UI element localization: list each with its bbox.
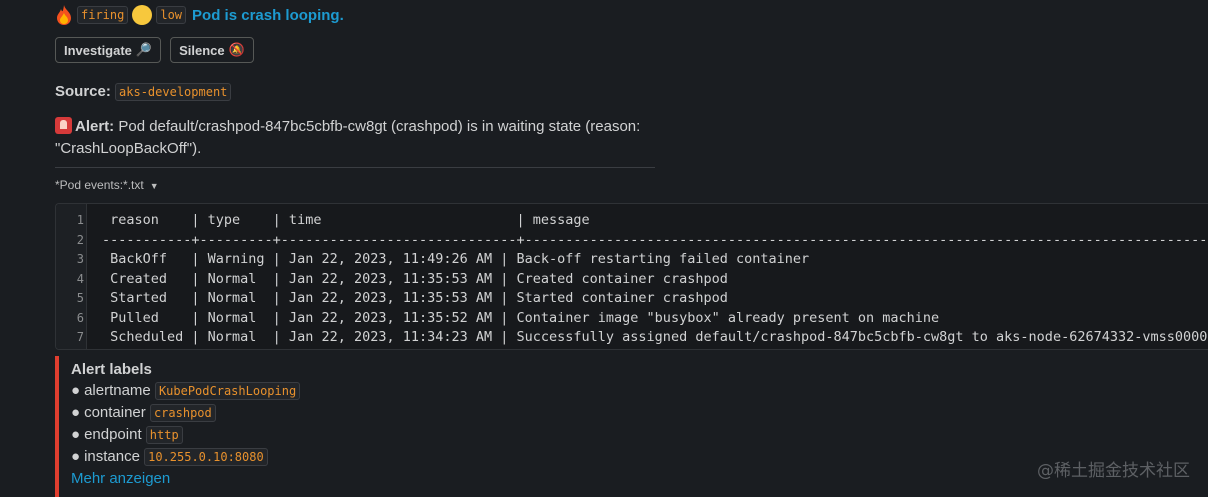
label-item: ● instance 10.255.0.10:8080 (71, 446, 300, 468)
label-key: alertname (84, 382, 151, 399)
alert-title-link[interactable]: Pod is crash looping. (192, 7, 344, 24)
severity-badge: low (156, 6, 187, 24)
label-value: 10.255.0.10:8080 (144, 448, 268, 466)
status-badge: firing (77, 6, 129, 24)
code-snippet[interactable]: 1 reason | type | time | message 2 -------… (55, 203, 1208, 350)
label-key: endpoint (84, 426, 142, 443)
alert-header: firing low Pod is crash looping. (55, 3, 344, 27)
line-number: 3 (76, 252, 84, 266)
source-value: aks-development (115, 83, 232, 101)
label-value: KubePodCrashLooping (154, 382, 301, 400)
investigate-button[interactable]: Investigate 🔎 (55, 37, 162, 63)
code-line-text: reason | type | time | message (102, 212, 590, 228)
bullet-icon: ● (71, 404, 81, 421)
line-number: 2 (76, 232, 84, 247)
chevron-down-icon: ▼ (149, 181, 159, 191)
code-line-text: Scheduled | Normal | Jan 22, 2023, 11:34… (102, 329, 1208, 345)
alert-label: Alert: (75, 118, 115, 135)
fire-icon (55, 5, 73, 25)
label-item: ● endpoint http (71, 424, 300, 446)
line-number: 4 (76, 271, 84, 286)
silence-button[interactable]: Silence 🔕 (170, 37, 254, 63)
bullet-icon: ● (71, 382, 81, 399)
alert-labels-block: Alert labels ● alertname KubePodCrashLoop… (55, 356, 301, 497)
source-line: Source: aks-development (55, 83, 232, 101)
line-number: 7 (76, 330, 84, 344)
code-line-text: BackOff | Warning | Jan 22, 2023, 11:49:… (102, 251, 810, 267)
label-key: container (84, 404, 146, 421)
line-number: 1 (76, 213, 84, 227)
file-name: *Pod events:*.txt (55, 178, 144, 192)
alert-labels-title: Alert labels (71, 361, 152, 378)
code-line-text: Created | Normal | Jan 22, 2023, 11:35:5… (102, 270, 728, 287)
show-more-link[interactable]: Mehr anzeigen (71, 468, 300, 490)
rotating-light-icon (55, 117, 72, 134)
label-key: instance (84, 448, 140, 465)
label-item: ● alertname KubePodCrashLooping (71, 380, 301, 402)
code-line-text: Started | Normal | Jan 22, 2023, 11:35:5… (102, 290, 728, 306)
code-line-text: -----------+---------+------------------… (102, 231, 1208, 248)
alert-text: Pod default/crashpod-847bc5cbfb-cw8gt (c… (55, 118, 641, 157)
magnifier-icon: 🔎 (135, 42, 153, 57)
source-label: Source: (55, 83, 111, 100)
line-number: 5 (76, 291, 84, 305)
divider (55, 167, 655, 168)
investigate-label: Investigate (64, 42, 132, 58)
bullet-icon: ● (71, 426, 81, 443)
file-attachment-toggle[interactable]: *Pod events:*.txt ▼ (55, 178, 159, 192)
silence-label: Silence (179, 42, 225, 58)
bell-muted-icon: 🔕 (228, 42, 245, 57)
action-buttons: Investigate 🔎 Silence 🔕 (55, 37, 254, 63)
line-number: 6 (76, 310, 84, 325)
yellow-circle-icon (132, 5, 153, 25)
alert-message: Alert: Pod default/crashpod-847bc5cbfb-c… (55, 116, 675, 160)
label-value: crashpod (149, 404, 216, 422)
label-value: http (145, 426, 183, 444)
bullet-icon: ● (71, 448, 81, 465)
code-line-text: Pulled | Normal | Jan 22, 2023, 11:35:52… (102, 309, 940, 326)
label-item: ● container crashpod (71, 402, 300, 424)
watermark: @稀土掘金技术社区 (1037, 461, 1190, 481)
